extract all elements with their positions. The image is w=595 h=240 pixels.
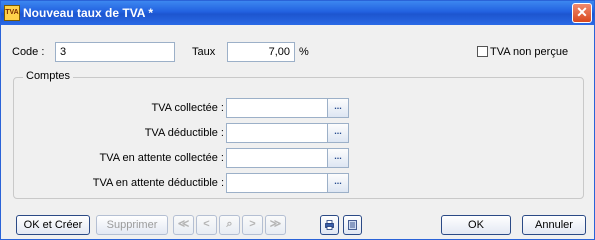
first-record-button[interactable]: ≪ xyxy=(173,215,194,235)
last-record-button[interactable]: ≫ xyxy=(265,215,286,235)
tva-attente-deductible-label: TVA en attente déductible : xyxy=(92,177,224,189)
taux-label: Taux xyxy=(192,46,216,58)
tva-collectee-field[interactable] xyxy=(226,98,328,118)
next-record-button[interactable]: > xyxy=(242,215,263,235)
previous-record-button[interactable]: < xyxy=(196,215,217,235)
search-record-button[interactable]: ⌕ xyxy=(219,215,240,235)
percent-symbol: % xyxy=(299,46,309,58)
view-button[interactable] xyxy=(343,215,362,235)
title-bar[interactable]: TVA Nouveau taux de TVA * ✕ xyxy=(1,1,594,25)
tva-attente-collectee-field[interactable] xyxy=(226,148,328,168)
document-view-icon xyxy=(348,220,357,230)
close-button[interactable]: ✕ xyxy=(572,3,592,23)
ok-button[interactable]: OK xyxy=(441,215,511,235)
window-title: Nouveau taux de TVA * xyxy=(23,6,154,20)
tva-deductible-label: TVA déductible : xyxy=(144,127,224,139)
tva-attente-deductible-field[interactable] xyxy=(226,173,328,193)
comptes-legend: Comptes xyxy=(23,70,74,82)
print-button[interactable] xyxy=(320,215,339,235)
tva-non-percue-label[interactable]: TVA non perçue xyxy=(490,46,568,58)
dialog-window: TVA Nouveau taux de TVA * ✕ Code : 3 Tau… xyxy=(0,0,595,240)
tva-deductible-field[interactable] xyxy=(226,123,328,143)
tva-attente-deductible-picker-button[interactable]: ... xyxy=(327,173,349,193)
tva-attente-collectee-picker-button[interactable]: ... xyxy=(327,148,349,168)
delete-button[interactable]: Supprimer xyxy=(96,215,168,235)
cancel-button[interactable]: Annuler xyxy=(522,215,586,235)
tva-deductible-picker-button[interactable]: ... xyxy=(327,123,349,143)
taux-field[interactable]: 7,00 xyxy=(227,42,295,62)
ok-create-button[interactable]: OK et Créer xyxy=(16,215,90,235)
app-icon: TVA xyxy=(4,5,20,21)
code-field[interactable]: 3 xyxy=(55,42,175,62)
tva-non-percue-checkbox[interactable] xyxy=(477,46,488,57)
tva-attente-collectee-label: TVA en attente collectée : xyxy=(99,152,224,164)
tva-collectee-label: TVA collectée : xyxy=(151,102,224,114)
code-label: Code : xyxy=(12,46,45,58)
tva-collectee-picker-button[interactable]: ... xyxy=(327,98,349,118)
printer-icon xyxy=(325,220,334,230)
